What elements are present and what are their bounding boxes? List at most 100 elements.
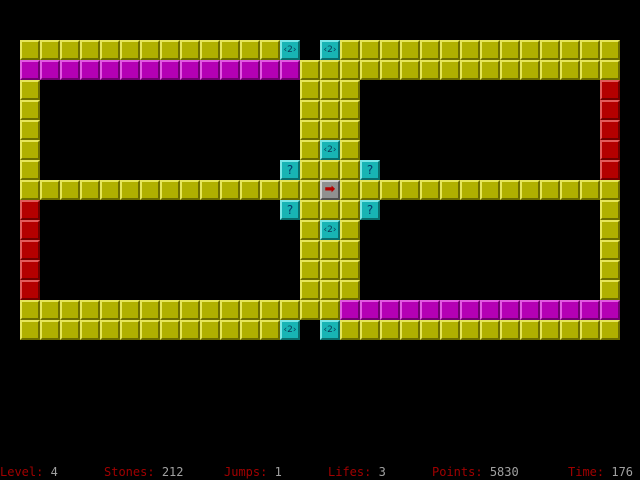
yellow-stone-tile[interactable] (20, 120, 40, 140)
yellow-stone-tile[interactable] (300, 280, 320, 300)
yellow-stone-tile[interactable] (300, 60, 320, 80)
red-stone-tile[interactable] (20, 240, 40, 260)
yellow-stone-tile[interactable] (400, 180, 420, 200)
yellow-stone-tile[interactable] (200, 40, 220, 60)
yellow-stone-tile[interactable] (300, 200, 320, 220)
yellow-stone-tile[interactable] (600, 320, 620, 340)
magenta-stone-tile[interactable] (100, 60, 120, 80)
cyan-stone-tile[interactable]: ‹2› (320, 220, 340, 240)
red-stone-tile[interactable] (20, 260, 40, 280)
yellow-stone-tile[interactable] (340, 240, 360, 260)
yellow-stone-tile[interactable] (100, 300, 120, 320)
yellow-stone-tile[interactable] (500, 40, 520, 60)
yellow-stone-tile[interactable] (100, 320, 120, 340)
yellow-stone-tile[interactable] (520, 60, 540, 80)
yellow-stone-tile[interactable] (600, 220, 620, 240)
yellow-stone-tile[interactable] (440, 320, 460, 340)
yellow-stone-tile[interactable] (20, 40, 40, 60)
red-stone-tile[interactable] (600, 140, 620, 160)
yellow-stone-tile[interactable] (300, 240, 320, 260)
yellow-stone-tile[interactable] (160, 300, 180, 320)
yellow-stone-tile[interactable] (200, 300, 220, 320)
yellow-stone-tile[interactable] (580, 40, 600, 60)
yellow-stone-tile[interactable] (380, 180, 400, 200)
magenta-stone-tile[interactable] (40, 60, 60, 80)
cyan-stone-tile[interactable]: ? (360, 200, 380, 220)
yellow-stone-tile[interactable] (340, 320, 360, 340)
magenta-stone-tile[interactable] (560, 300, 580, 320)
yellow-stone-tile[interactable] (300, 300, 320, 320)
yellow-stone-tile[interactable] (120, 40, 140, 60)
yellow-stone-tile[interactable] (540, 320, 560, 340)
yellow-stone-tile[interactable] (140, 320, 160, 340)
yellow-stone-tile[interactable] (600, 180, 620, 200)
yellow-stone-tile[interactable] (20, 140, 40, 160)
yellow-stone-tile[interactable] (200, 320, 220, 340)
magenta-stone-tile[interactable] (440, 300, 460, 320)
cyan-stone-tile[interactable]: ‹2› (320, 40, 340, 60)
yellow-stone-tile[interactable] (100, 40, 120, 60)
yellow-stone-tile[interactable] (460, 180, 480, 200)
magenta-stone-tile[interactable] (600, 300, 620, 320)
magenta-stone-tile[interactable] (260, 60, 280, 80)
yellow-stone-tile[interactable] (140, 180, 160, 200)
magenta-stone-tile[interactable] (520, 300, 540, 320)
yellow-stone-tile[interactable] (220, 320, 240, 340)
yellow-stone-tile[interactable] (480, 40, 500, 60)
yellow-stone-tile[interactable] (580, 180, 600, 200)
yellow-stone-tile[interactable] (80, 300, 100, 320)
yellow-stone-tile[interactable] (60, 300, 80, 320)
yellow-stone-tile[interactable] (320, 200, 340, 220)
yellow-stone-tile[interactable] (600, 260, 620, 280)
yellow-stone-tile[interactable] (260, 320, 280, 340)
yellow-stone-tile[interactable] (40, 320, 60, 340)
yellow-stone-tile[interactable] (20, 80, 40, 100)
yellow-stone-tile[interactable] (360, 180, 380, 200)
magenta-stone-tile[interactable] (220, 60, 240, 80)
yellow-stone-tile[interactable] (320, 240, 340, 260)
magenta-stone-tile[interactable] (360, 300, 380, 320)
yellow-stone-tile[interactable] (300, 160, 320, 180)
cyan-stone-tile[interactable]: ‹2› (320, 320, 340, 340)
yellow-stone-tile[interactable] (320, 100, 340, 120)
yellow-stone-tile[interactable] (560, 180, 580, 200)
yellow-stone-tile[interactable] (80, 40, 100, 60)
yellow-stone-tile[interactable] (380, 40, 400, 60)
yellow-stone-tile[interactable] (600, 240, 620, 260)
yellow-stone-tile[interactable] (500, 320, 520, 340)
game-board[interactable]: ‹2› ‹2› ‹2›?? ➡?? ‹2› ‹2› ‹2› (0, 0, 640, 480)
yellow-stone-tile[interactable] (480, 60, 500, 80)
yellow-stone-tile[interactable] (260, 180, 280, 200)
yellow-stone-tile[interactable] (340, 160, 360, 180)
yellow-stone-tile[interactable] (560, 320, 580, 340)
yellow-stone-tile[interactable] (300, 140, 320, 160)
yellow-stone-tile[interactable] (300, 260, 320, 280)
yellow-stone-tile[interactable] (260, 300, 280, 320)
yellow-stone-tile[interactable] (180, 300, 200, 320)
yellow-stone-tile[interactable] (280, 180, 300, 200)
yellow-stone-tile[interactable] (340, 280, 360, 300)
yellow-stone-tile[interactable] (300, 220, 320, 240)
yellow-stone-tile[interactable] (300, 180, 320, 200)
grey-stone-tile[interactable]: ➡ (320, 180, 340, 200)
magenta-stone-tile[interactable] (580, 300, 600, 320)
yellow-stone-tile[interactable] (340, 40, 360, 60)
red-stone-tile[interactable] (600, 80, 620, 100)
magenta-stone-tile[interactable] (140, 60, 160, 80)
yellow-stone-tile[interactable] (320, 80, 340, 100)
yellow-stone-tile[interactable] (540, 180, 560, 200)
red-stone-tile[interactable] (20, 220, 40, 240)
yellow-stone-tile[interactable] (340, 260, 360, 280)
yellow-stone-tile[interactable] (560, 40, 580, 60)
yellow-stone-tile[interactable] (420, 320, 440, 340)
yellow-stone-tile[interactable] (520, 40, 540, 60)
yellow-stone-tile[interactable] (160, 40, 180, 60)
magenta-stone-tile[interactable] (180, 60, 200, 80)
yellow-stone-tile[interactable] (400, 320, 420, 340)
yellow-stone-tile[interactable] (520, 320, 540, 340)
magenta-stone-tile[interactable] (240, 60, 260, 80)
yellow-stone-tile[interactable] (160, 180, 180, 200)
magenta-stone-tile[interactable] (80, 60, 100, 80)
yellow-stone-tile[interactable] (160, 320, 180, 340)
magenta-stone-tile[interactable] (420, 300, 440, 320)
